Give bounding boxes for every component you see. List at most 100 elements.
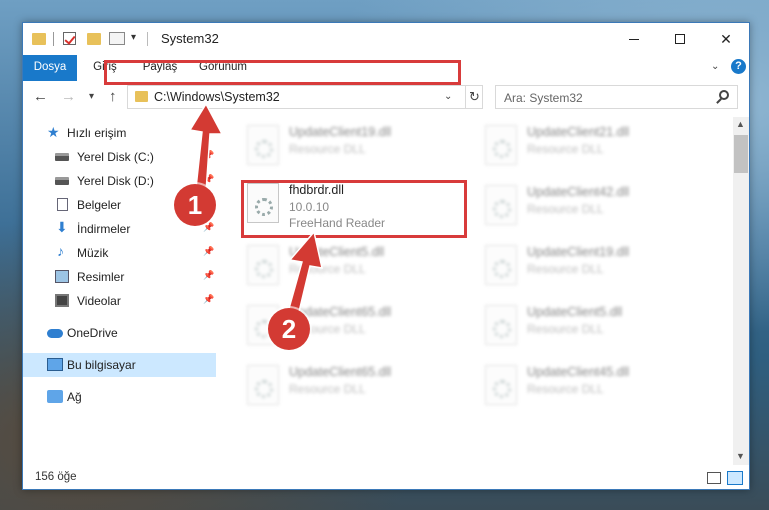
pin-icon[interactable]: 📌 [203,294,214,305]
file-name: UpdateClient65.dll [289,365,392,379]
file-item[interactable]: UpdateClient65.dll Resource DLL [241,361,471,409]
disk-icon [55,153,69,161]
file-description: Resource DLL [527,382,604,396]
pin-icon[interactable]: 📌 [203,174,214,185]
star-icon: ★ [47,124,60,140]
dll-file-icon [247,245,279,285]
file-name: UpdateClient42.dll [527,185,630,199]
maximize-button[interactable] [657,23,703,55]
folder-icon [135,91,148,102]
title-bar: ▾ System32 ✕ [23,23,749,55]
search-box[interactable]: Ara: System32 [495,85,738,109]
minimize-button[interactable] [611,23,657,55]
step-1-badge: 1 [174,184,216,226]
explorer-window: ▾ System32 ✕ Dosya Giriş Paylaş Görünüm … [22,22,750,490]
window-title: System32 [161,31,219,46]
scroll-up-icon[interactable]: ▲ [736,119,745,129]
file-description: Resource DLL [289,262,366,276]
help-icon[interactable]: ? [731,59,746,74]
sidebar-item-pictures[interactable]: Resimler 📌 [23,265,216,289]
sidebar-item-label: Müzik [77,246,109,260]
up-arrow-icon[interactable]: ↑ [109,88,117,105]
minimize-icon [629,38,639,40]
expand-ribbon-icon[interactable]: ⌄ [711,61,719,72]
videos-icon [55,294,69,307]
network-icon [47,390,63,403]
close-icon: ✕ [720,30,732,47]
properties-check-icon[interactable] [63,32,76,45]
vertical-scrollbar[interactable]: ▲ ▼ [733,117,749,465]
pc-icon [47,358,63,371]
file-name: UpdateClient21.dll [527,125,630,139]
scroll-thumb[interactable] [734,135,748,173]
file-item[interactable]: UpdateClient42.dll Resource DLL [479,181,709,229]
sidebar-item-label: Yerel Disk (C:) [77,150,154,164]
details-view-icon[interactable] [707,472,721,484]
sidebar-item-label: OneDrive [67,326,118,340]
sidebar-item-label: Videolar [77,294,121,308]
sidebar-item-label: İndirmeler [77,222,131,236]
folder-icon[interactable] [32,33,46,45]
sidebar-item-network[interactable]: Ağ [23,385,216,409]
pin-icon[interactable]: 📌 [203,222,214,233]
refresh-icon[interactable]: ↻ [465,86,483,108]
dll-file-icon [485,365,517,405]
documents-icon [57,198,68,211]
maximize-icon [675,34,685,44]
navigation-bar: ← → ▾ ↑ C:\Windows\System32 ⌄ ↻ Ara: Sys… [23,81,749,113]
file-description: Resource DLL [527,322,604,336]
recent-locations-icon[interactable]: ▾ [89,91,94,102]
search-icon[interactable] [719,90,729,100]
dll-file-icon [247,125,279,165]
file-description: Resource DLL [527,142,604,156]
step-2-badge: 2 [268,308,310,350]
sidebar-item-onedrive[interactable]: OneDrive [23,321,216,345]
file-description: Resource DLL [289,142,366,156]
toolbar-separator [53,32,54,46]
sidebar-item-videos[interactable]: Videolar 📌 [23,289,216,313]
pin-icon[interactable]: 📌 [203,270,214,281]
sidebar-item-local-disk-c[interactable]: Yerel Disk (C:) 📌 [23,145,216,169]
sidebar-item-label: Hızlı erişim [67,126,127,140]
music-icon: ♪ [57,243,64,259]
file-description: Resource DLL [527,262,604,276]
close-button[interactable]: ✕ [703,23,749,55]
file-item[interactable]: UpdateClient5.dll Resource DLL [479,301,709,349]
file-name: UpdateClient19.dll [289,125,392,139]
sidebar-item-label: Belgeler [77,198,122,212]
dll-file-icon [247,365,279,405]
file-name: UpdateClient5.dll [289,245,385,259]
scroll-down-icon[interactable]: ▼ [736,451,745,461]
address-dropdown-icon[interactable]: ⌄ [444,91,452,102]
dll-file-icon [485,245,517,285]
sidebar-item-this-pc[interactable]: Bu bilgisayar [23,353,216,377]
back-arrow-icon[interactable]: ← [33,88,48,105]
pin-icon[interactable]: 📌 [203,150,214,161]
file-name: UpdateClient45.dll [527,365,630,379]
pictures-icon [55,270,69,283]
search-placeholder: Ara: System32 [504,91,583,105]
sidebar-item-music[interactable]: ♪ Müzik 📌 [23,241,216,265]
address-path[interactable]: C:\Windows\System32 [154,90,280,104]
file-item[interactable]: UpdateClient19.dll Resource DLL [241,121,471,169]
forward-arrow-icon[interactable]: → [61,88,76,105]
sidebar-item-label: Yerel Disk (D:) [77,174,154,188]
file-highlight-box [241,180,467,238]
toolbar-separator [147,32,148,46]
sidebar-item-quick-access[interactable]: ★ Hızlı erişim [23,121,216,145]
sidebar-item-label: Resimler [77,270,125,284]
sidebar-item-label: Ağ [67,390,82,404]
address-bar[interactable]: C:\Windows\System32 ⌄ ↻ [127,85,483,109]
file-item[interactable]: UpdateClient19.dll Resource DLL [479,241,709,289]
customize-icon[interactable] [109,32,125,45]
file-item[interactable]: UpdateClient5.dll Resource DLL [241,241,471,289]
dll-file-icon [485,185,517,225]
new-folder-icon[interactable] [87,33,101,45]
download-icon: ⬇ [56,219,68,235]
file-item[interactable]: UpdateClient21.dll Resource DLL [479,121,709,169]
pin-icon[interactable]: 📌 [203,246,214,257]
quick-access-dropdown-icon[interactable]: ▾ [131,32,136,48]
file-item[interactable]: UpdateClient45.dll Resource DLL [479,361,709,409]
file-description: Resource DLL [289,382,366,396]
tiles-view-icon[interactable] [727,471,743,485]
